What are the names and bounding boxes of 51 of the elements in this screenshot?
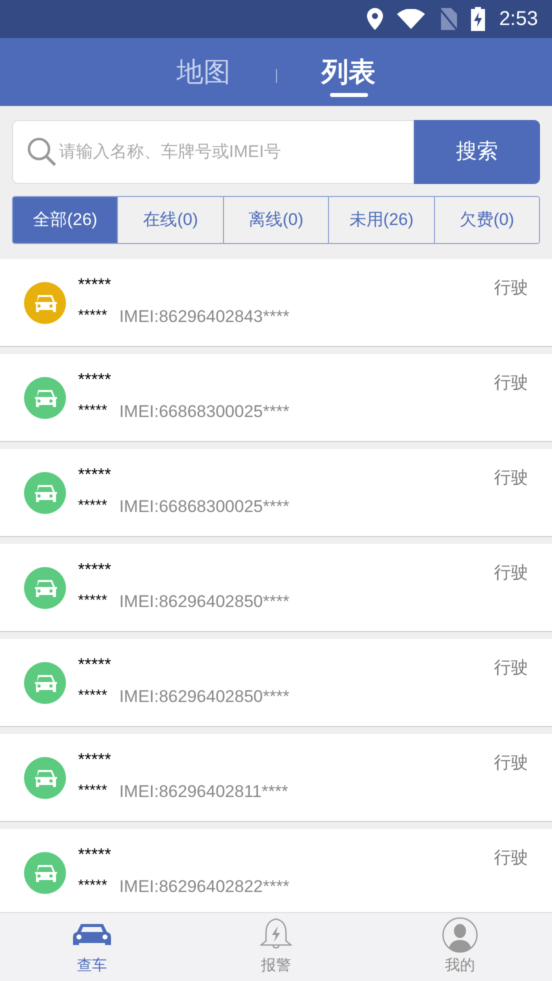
vehicle-row[interactable]: ***** ***** IMEI:86296402850**** 行驶 — [0, 544, 552, 632]
car-icon — [73, 922, 111, 948]
tab[interactable]: 地图 — [132, 38, 276, 106]
plate-number: ***** — [78, 781, 108, 802]
clock: 2:53 — [499, 7, 538, 32]
filter-tab[interactable]: 全部(26) — [13, 197, 118, 243]
vehicle-status: 行驶 — [494, 562, 528, 584]
vehicle-name: ***** — [78, 654, 112, 676]
search-icon — [27, 137, 57, 167]
vehicle-name: ***** — [78, 844, 112, 866]
vehicle-status: 行驶 — [494, 372, 528, 394]
vehicle-status: 行驶 — [494, 847, 528, 869]
nav-tab[interactable]: 我的 — [368, 913, 552, 981]
plate-number: ***** — [78, 591, 108, 612]
wifi-icon — [397, 9, 426, 29]
vehicle-name: ***** — [78, 274, 112, 296]
vehicle-name: ***** — [78, 464, 112, 486]
plate-number: ***** — [78, 496, 108, 516]
imei-number: IMEI:86296402850**** — [119, 590, 290, 613]
vehicle-name: ***** — [78, 558, 112, 581]
plate-number: ***** — [78, 686, 108, 706]
vehicle-status: 行驶 — [494, 752, 528, 774]
imei-number: IMEI:86296402811**** — [119, 780, 288, 803]
vehicle-row[interactable]: ***** ***** IMEI:86296402811**** 行驶 — [0, 734, 552, 822]
tab[interactable]: 列表 — [276, 38, 420, 106]
imei-number: IMEI:66868300025**** — [119, 400, 290, 423]
vehicle-row[interactable]: ***** ***** IMEI:86296402843**** 行驶 — [0, 259, 552, 347]
avatar-icon — [442, 916, 478, 953]
battery-icon — [471, 7, 486, 31]
vehicle-name: ***** — [78, 748, 112, 771]
imei-number: IMEI:86296402843**** — [119, 306, 290, 328]
vehicle-row[interactable]: ***** ***** IMEI:66868300025**** 行驶 — [0, 354, 552, 442]
vehicle-status: 行驶 — [494, 277, 528, 299]
imei-number: IMEI:86296402850**** — [119, 686, 290, 708]
nav-tab[interactable]: 报警 — [184, 913, 368, 981]
nav-tab[interactable]: 查车 — [0, 913, 184, 981]
filter-tab[interactable]: 欠费(0) — [434, 197, 539, 243]
imei-number: IMEI:86296402822**** — [119, 876, 290, 898]
location-icon — [367, 8, 384, 30]
plate-number: ***** — [78, 306, 108, 326]
imei-number: IMEI:66868300025**** — [119, 496, 290, 518]
search-button[interactable]: 搜索 — [414, 120, 540, 184]
plate-number: ***** — [78, 401, 108, 422]
vehicle-row[interactable]: ***** ***** IMEI:66868300025**** 行驶 — [0, 449, 552, 537]
plate-number: ***** — [78, 876, 108, 896]
vehicle-row[interactable]: ***** ***** IMEI:86296402822**** 行驶 — [0, 829, 552, 912]
vehicle-row[interactable]: ***** ***** IMEI:86296402850**** 行驶 — [0, 639, 552, 727]
vehicle-status: 行驶 — [494, 467, 528, 489]
vehicle-status: 行驶 — [494, 657, 528, 679]
no-sim-icon — [439, 8, 458, 30]
vehicle-name: ***** — [78, 368, 112, 391]
